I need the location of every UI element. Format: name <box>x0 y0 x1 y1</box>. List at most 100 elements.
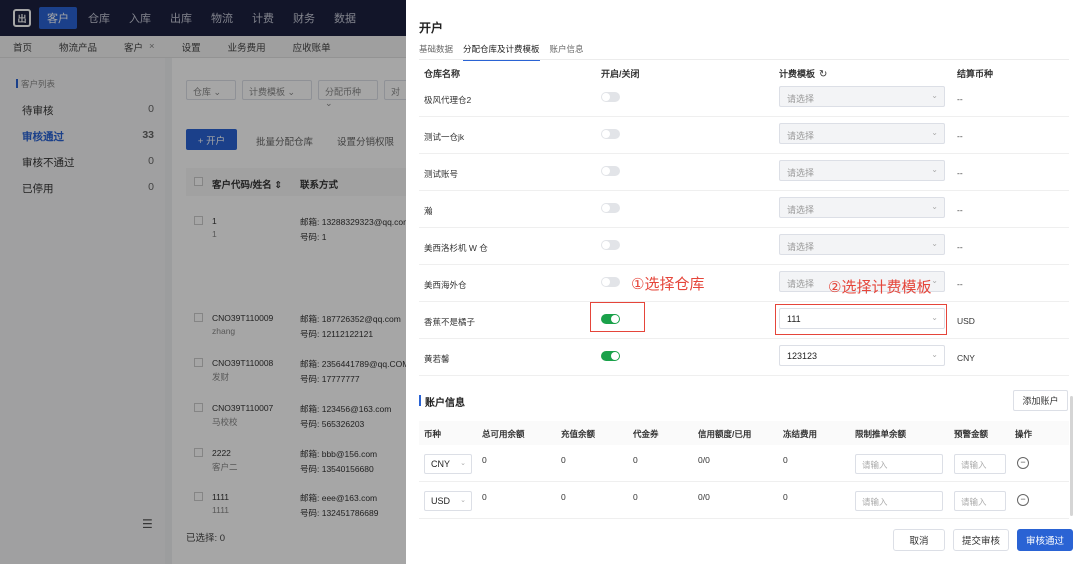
warehouse-row: 极风代理仓2 请选择 ⌄ -- <box>419 80 1069 117</box>
column-currency: 币种 <box>424 429 442 439</box>
column-frozen-fee: 冻结费用 <box>783 429 818 439</box>
remove-account-icon[interactable]: − <box>1017 494 1029 506</box>
highlight-warehouse-toggle <box>590 302 645 332</box>
refresh-icon[interactable]: ↻ <box>819 69 827 80</box>
warning-amount-input[interactable]: 请输入 <box>954 491 1006 511</box>
settlement-currency: USD <box>957 316 975 326</box>
currency-value: USD <box>431 496 451 506</box>
warehouse-name: 瀚 <box>424 206 433 216</box>
warehouse-row: 瀚 请选择 ⌄ -- <box>419 191 1069 228</box>
select-value: 请选择 <box>787 242 815 252</box>
warehouse-row: 香蕉不是橘子 111 ⌄ USD <box>419 302 1069 339</box>
warehouse-toggle[interactable] <box>601 351 620 361</box>
chevron-down-icon: ⌄ <box>931 202 938 211</box>
voucher: 0 <box>633 455 638 465</box>
currency-select[interactable]: CNY ⌄ <box>424 454 472 474</box>
warehouse-toggle[interactable] <box>601 92 620 102</box>
scrollbar[interactable] <box>1070 396 1073 516</box>
settlement-currency: -- <box>957 168 963 178</box>
annotation-select-warehouse: ①选择仓库 <box>631 276 705 293</box>
warehouse-row: 测试账号 请选择 ⌄ -- <box>419 154 1069 191</box>
column-billing-template-label: 计费模板 <box>779 69 816 79</box>
divider <box>419 59 1069 60</box>
select-value: 123123 <box>787 351 818 361</box>
select-value: 请选择 <box>787 168 815 178</box>
column-toggle: 开启/关闭 <box>601 69 640 79</box>
warehouse-name: 黄若馨 <box>424 354 450 364</box>
approve-button[interactable]: 审核通过 <box>1017 529 1073 551</box>
warehouse-name: 极风代理仓2 <box>424 95 472 105</box>
annotation-select-billing-template: ②选择计费模板 <box>828 279 932 296</box>
column-warning-amount: 预警金额 <box>954 429 989 439</box>
warehouse-toggle[interactable] <box>601 203 620 213</box>
frozen-fee: 0 <box>783 455 788 465</box>
warehouse-name: 美西洛杉机 W 仓 <box>424 243 488 253</box>
billing-template-select[interactable]: 请选择 ⌄ <box>779 197 945 218</box>
billing-template-select[interactable]: 请选择 ⌄ <box>779 86 945 107</box>
credit-limit: 0/0 <box>698 455 710 465</box>
select-value: 请选择 <box>787 94 815 104</box>
total-available: 0 <box>482 455 487 465</box>
warehouse-row: 测试一仓jk 请选择 ⌄ -- <box>419 117 1069 154</box>
settlement-currency: -- <box>957 279 963 289</box>
settlement-currency: -- <box>957 242 963 252</box>
select-value: 请选择 <box>787 131 815 141</box>
warehouse-toggle[interactable] <box>601 166 620 176</box>
settlement-currency: -- <box>957 94 963 104</box>
settlement-currency: -- <box>957 131 963 141</box>
billing-template-select[interactable]: 请选择 ⌄ <box>779 160 945 181</box>
submit-review-button[interactable]: 提交审核 <box>953 529 1009 551</box>
modal-overlay[interactable] <box>0 0 406 564</box>
warehouse-row: 黄若馨 123123 ⌄ CNY <box>419 339 1069 376</box>
warehouse-toggle[interactable] <box>601 240 620 250</box>
account-row: CNY ⌄ 0 0 0 0/0 0 请输入 请输入 − <box>419 445 1069 482</box>
push-limit-input[interactable]: 请输入 <box>855 491 943 511</box>
column-settlement-currency: 结算币种 <box>957 69 994 79</box>
push-limit-input[interactable]: 请输入 <box>855 454 943 474</box>
total-available: 0 <box>482 492 487 502</box>
frozen-fee: 0 <box>783 492 788 502</box>
warehouse-row: 美西洛杉机 W 仓 请选择 ⌄ -- <box>419 228 1069 265</box>
voucher: 0 <box>633 492 638 502</box>
billing-template-select[interactable]: 请选择 ⌄ <box>779 123 945 144</box>
settlement-currency: -- <box>957 205 963 215</box>
add-account-button[interactable]: 添加账户 <box>1013 390 1068 411</box>
column-credit-limit: 信用额度/已用 <box>698 429 752 439</box>
warehouse-name: 美西海外仓 <box>424 280 467 290</box>
currency-select[interactable]: USD ⌄ <box>424 491 472 511</box>
column-total-available: 总可用余额 <box>482 429 525 439</box>
chevron-down-icon: ⌄ <box>931 350 938 359</box>
currency-value: CNY <box>431 459 451 469</box>
column-voucher: 代金券 <box>633 429 659 439</box>
warehouse-toggle[interactable] <box>601 129 620 139</box>
chevron-down-icon: ⌄ <box>931 276 938 285</box>
warehouse-name: 测试一仓jk <box>424 132 465 142</box>
account-row: USD ⌄ 0 0 0 0/0 0 请输入 请输入 − <box>419 482 1069 519</box>
chevron-down-icon: ⌄ <box>460 460 466 467</box>
chevron-down-icon: ⌄ <box>931 239 938 248</box>
chevron-down-icon: ⌄ <box>931 165 938 174</box>
recharge-balance: 0 <box>561 455 566 465</box>
column-billing-template: 计费模板 ↻ <box>779 67 827 80</box>
warehouse-name: 香蕉不是橘子 <box>424 317 476 327</box>
drawer-title: 开户 <box>419 21 444 35</box>
recharge-balance: 0 <box>561 492 566 502</box>
highlight-billing-template <box>775 304 947 335</box>
column-warehouse-name: 仓库名称 <box>424 69 461 79</box>
open-account-drawer: 开户 基础数据 分配仓库及计费模板 账户信息 仓库名称 开启/关闭 计费模板 ↻ … <box>406 0 1080 564</box>
remove-account-icon[interactable]: − <box>1017 457 1029 469</box>
chevron-down-icon: ⌄ <box>931 91 938 100</box>
chevron-down-icon: ⌄ <box>931 128 938 137</box>
column-push-limit-balance: 限制推单余额 <box>855 429 907 439</box>
warehouse-name: 测试账号 <box>424 169 459 179</box>
cancel-button[interactable]: 取消 <box>893 529 945 551</box>
settlement-currency: CNY <box>957 353 975 363</box>
credit-limit: 0/0 <box>698 492 710 502</box>
warehouse-toggle[interactable] <box>601 277 620 287</box>
billing-template-select[interactable]: 123123 ⌄ <box>779 345 945 366</box>
account-info-title: 账户信息 <box>419 394 465 409</box>
warning-amount-input[interactable]: 请输入 <box>954 454 1006 474</box>
select-value: 请选择 <box>787 279 815 289</box>
account-table-header: 币种 总可用余额 充值余额 代金券 信用额度/已用 冻结费用 限制推单余额 预警… <box>419 421 1069 445</box>
billing-template-select[interactable]: 请选择 ⌄ <box>779 234 945 255</box>
